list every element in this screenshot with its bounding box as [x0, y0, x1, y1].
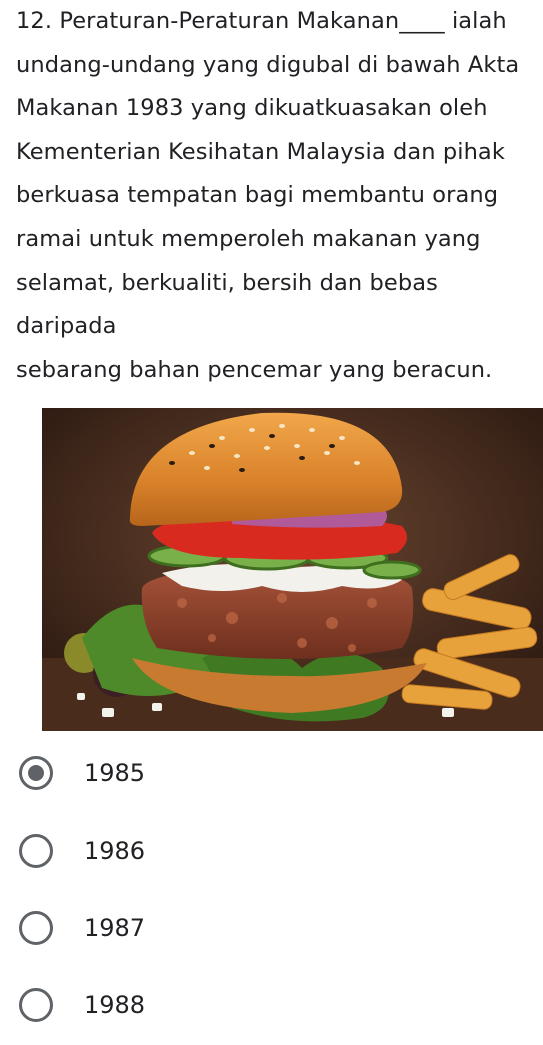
radio-unselected-icon[interactable]: [19, 988, 53, 1022]
option-1988[interactable]: 1988: [0, 972, 543, 1042]
option-label: 1985: [84, 759, 146, 787]
option-1987[interactable]: 1987: [0, 895, 543, 965]
option-label: 1986: [84, 837, 146, 865]
radio-unselected-icon[interactable]: [19, 911, 53, 945]
burger-photo: [42, 408, 543, 731]
question-text: 12. Peraturan-Peraturan Makanan____ iala…: [16, 8, 520, 383]
option-1986[interactable]: 1986: [0, 818, 543, 888]
radio-selected-icon[interactable]: [19, 756, 53, 790]
option-1985[interactable]: 1985: [0, 740, 543, 810]
option-label: 1988: [84, 991, 146, 1019]
radio-unselected-icon[interactable]: [19, 834, 53, 868]
option-label: 1987: [84, 914, 146, 942]
